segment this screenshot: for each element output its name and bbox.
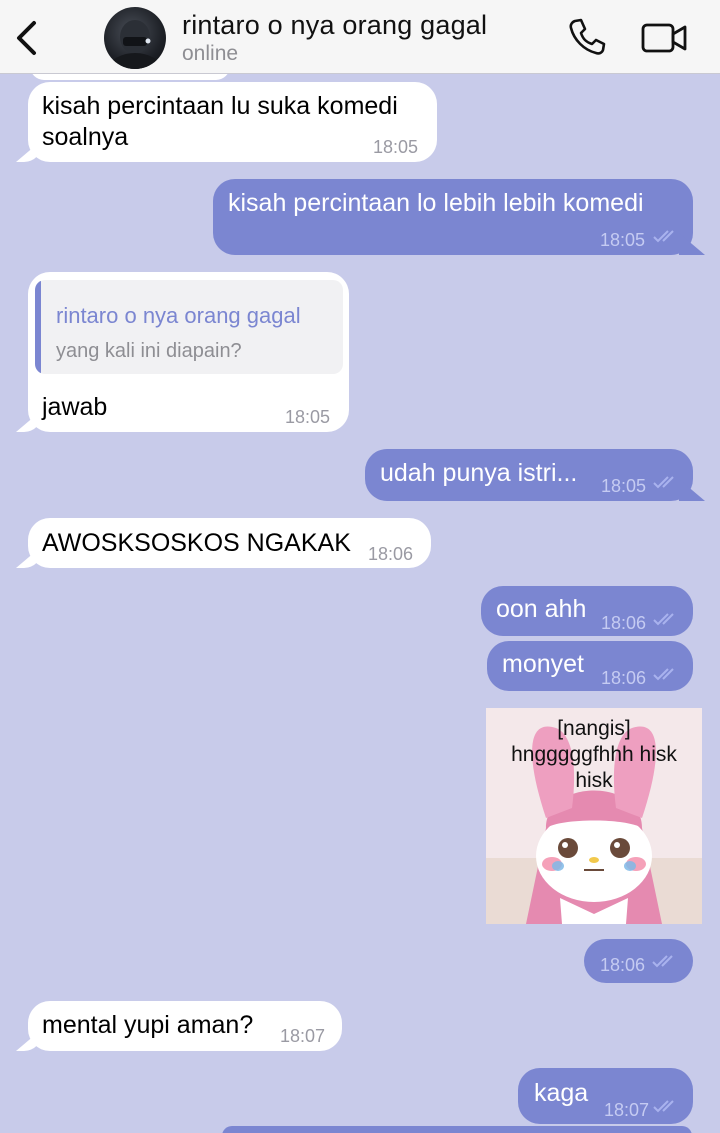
double-check-icon xyxy=(653,230,674,243)
message-bubble-incoming[interactable]: rintaro o nya orang gagal yang kali ini … xyxy=(28,272,349,432)
sticker-caption: [nangis] hngggggfhhh hisk hisk xyxy=(486,716,702,794)
message-bubble-outgoing[interactable]: udah punya istri... 18:05 xyxy=(365,449,693,501)
message-text: soalnya xyxy=(42,123,129,151)
message-time: 18:05 xyxy=(373,137,419,157)
message-bubble-outgoing[interactable]: kaga 18:07 xyxy=(518,1068,693,1124)
message-text: kisah percintaan lu suka komedi xyxy=(42,92,398,120)
video-call-button[interactable] xyxy=(640,19,688,57)
voice-call-button[interactable] xyxy=(566,16,608,58)
message-time: 18:07 xyxy=(280,1026,326,1046)
double-check-icon xyxy=(653,668,674,681)
message-bubble-outgoing[interactable]: kisah percintaan lo lebih lebih komedi 1… xyxy=(213,179,693,255)
contact-status: online xyxy=(182,42,239,65)
double-check-icon xyxy=(653,476,674,489)
message-bubble-incoming[interactable]: kisah percintaan lu suka komedi soalnya … xyxy=(28,82,437,162)
double-check-icon xyxy=(653,1100,674,1113)
message-time: 18:05 xyxy=(601,476,647,496)
message-text: udah punya istri... xyxy=(380,459,578,487)
message-time: 18:06 xyxy=(368,544,414,564)
message-bubble-incoming[interactable]: AWOSKSOSKOS NGAKAK 18:06 xyxy=(28,518,431,568)
message-text: AWOSKSOSKOS NGAKAK xyxy=(42,529,351,557)
double-check-icon xyxy=(652,955,673,968)
message-text: monyet xyxy=(502,650,584,678)
message-text: mental yupi aman? xyxy=(42,1011,254,1039)
message-text: kaga xyxy=(534,1079,589,1107)
phone-icon xyxy=(569,18,606,55)
sticker-image[interactable]: [nangis] hngggggfhhh hisk hisk xyxy=(486,708,702,924)
message-text: kisah percintaan lo lebih lebih komedi xyxy=(228,189,644,217)
message-bubble-outgoing[interactable]: oon ahh 18:06 xyxy=(481,586,693,636)
contact-name[interactable]: rintaro o nya orang gagal xyxy=(182,10,487,41)
chevron-left-icon xyxy=(17,21,36,55)
message-time: 18:05 xyxy=(600,230,646,250)
double-check-icon xyxy=(653,613,674,626)
quoted-reply[interactable]: rintaro o nya orang gagal yang kali ini … xyxy=(35,280,343,374)
message-time: 18:06 xyxy=(600,955,646,975)
video-camera-icon xyxy=(641,23,687,53)
quote-accent-bar xyxy=(35,280,41,374)
back-button[interactable] xyxy=(8,16,48,60)
message-text: jawab xyxy=(42,393,108,421)
sticker-caption-line: [nangis] xyxy=(557,717,631,740)
message-text: oon ahh xyxy=(496,595,587,623)
quoted-message-text: yang kali ini diapain? xyxy=(56,340,242,362)
next-message-edge xyxy=(222,1126,692,1133)
chat-header: rintaro o nya orang gagal online xyxy=(0,0,720,74)
message-time: 18:06 xyxy=(601,613,647,633)
sticker-time-pill: 18:06 xyxy=(584,939,693,983)
avatar[interactable] xyxy=(104,7,166,69)
message-time: 18:06 xyxy=(601,668,647,688)
sticker-caption-line: hngggggfhhh hisk xyxy=(511,743,677,766)
sticker-caption-line: hisk xyxy=(575,769,613,792)
message-bubble-outgoing[interactable]: monyet 18:06 xyxy=(487,641,693,691)
message-time: 18:05 xyxy=(285,407,331,427)
message-time: 18:07 xyxy=(604,1100,650,1120)
message-bubble-incoming[interactable]: mental yupi aman? 18:07 xyxy=(28,1001,342,1051)
quoted-sender-name: rintaro o nya orang gagal xyxy=(56,303,301,328)
